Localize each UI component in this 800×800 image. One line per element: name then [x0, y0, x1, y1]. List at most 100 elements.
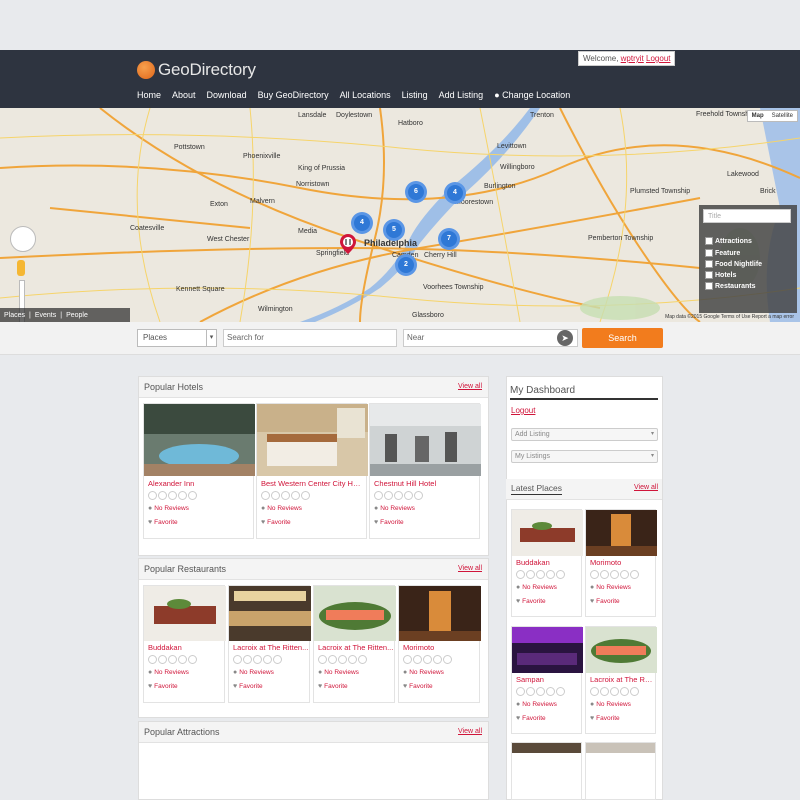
nav-download[interactable]: Download — [207, 90, 247, 100]
listing-card[interactable]: Best Western Center City Hotel ● No Revie… — [256, 403, 368, 539]
restaurants-view-all-link[interactable]: View all — [458, 565, 482, 572]
listing-name[interactable]: Chestnut Hill Hotel — [374, 479, 477, 488]
reviews-link[interactable]: ● No Reviews — [233, 669, 274, 676]
nav-add-listing[interactable]: Add Listing — [439, 90, 484, 100]
hotels-view-all-link[interactable]: View all — [458, 383, 482, 390]
legend-item-restaurants[interactable]: Restaurants — [705, 282, 755, 290]
nav-home[interactable]: Home — [137, 90, 161, 100]
listing-card[interactable]: Lacroix at The Ritten... ● No Reviews ♥ Fa… — [313, 585, 396, 703]
rating-stars[interactable] — [374, 491, 423, 500]
favorite-link[interactable]: ♥ Favorite — [233, 683, 263, 690]
listing-card[interactable]: Buddakan ● No Reviews ♥ Favorite — [143, 585, 226, 703]
rating-stars[interactable] — [233, 655, 282, 664]
favorite-link[interactable]: ♥ Favorite — [374, 519, 404, 526]
nav-change-location[interactable]: ● Change Location — [494, 90, 570, 100]
reviews-link[interactable]: ● No Reviews — [318, 669, 359, 676]
map-cluster[interactable]: 7 — [438, 228, 460, 250]
favorite-link[interactable]: ♥ Favorite — [590, 598, 620, 605]
near-input[interactable]: Near — [403, 329, 578, 347]
nav-all-locations[interactable]: All Locations — [340, 90, 391, 100]
favorite-link[interactable]: ♥ Favorite — [318, 683, 348, 690]
map-cluster[interactable]: 4 — [351, 212, 373, 234]
reviews-link[interactable]: ● No Reviews — [590, 584, 631, 591]
listing-name[interactable]: Lacroix at The Rit... — [590, 675, 654, 684]
tab-places[interactable]: Places — [0, 312, 29, 319]
favorite-link[interactable]: ♥ Favorite — [148, 683, 178, 690]
map-type-satellite-button[interactable]: Satellite — [768, 111, 797, 121]
reviews-link[interactable]: ● No Reviews — [374, 505, 415, 512]
post-type-select[interactable]: Places ▾ — [137, 329, 217, 347]
map-cluster[interactable]: 6 — [405, 181, 427, 203]
nav-listing[interactable]: Listing — [402, 90, 428, 100]
map-pan-control[interactable] — [10, 226, 36, 252]
search-for-input[interactable]: Search for — [223, 329, 397, 347]
listing-name[interactable]: Lacroix at The Ritten... — [318, 643, 394, 652]
rating-stars[interactable] — [590, 687, 639, 696]
restaurant-marker-icon[interactable] — [340, 234, 356, 254]
my-listings-select[interactable]: My Listings ▾ — [511, 450, 658, 463]
listing-name[interactable]: Morimoto — [590, 558, 654, 567]
reviews-link[interactable]: ● No Reviews — [403, 669, 444, 676]
legend-item-food[interactable]: Food Nightlife — [705, 260, 762, 268]
listing-card[interactable]: Alexander Inn ● No Reviews ♥ Favorite — [143, 403, 255, 539]
reviews-link[interactable]: ● No Reviews — [148, 505, 189, 512]
map-cluster[interactable]: 2 — [395, 254, 417, 276]
site-logo[interactable]: GeoDirectory — [137, 60, 256, 80]
map-cluster[interactable]: 5 — [383, 219, 405, 241]
dashboard-logout-link[interactable]: Logout — [511, 406, 535, 415]
rating-stars[interactable] — [590, 570, 639, 579]
welcome-user-link[interactable]: wptryit — [621, 54, 644, 63]
rating-stars[interactable] — [516, 570, 565, 579]
reviews-link[interactable]: ● No Reviews — [516, 701, 557, 708]
favorite-link[interactable]: ♥ Favorite — [590, 715, 620, 722]
listing-card[interactable]: Lacroix at The Ritten... ● No Reviews ♥ Fa… — [228, 585, 311, 703]
listing-name[interactable]: Morimoto — [403, 643, 479, 652]
reviews-link[interactable]: ● No Reviews — [261, 505, 302, 512]
rating-stars[interactable] — [148, 491, 197, 500]
map-type-map-button[interactable]: Map — [748, 111, 768, 121]
tab-events[interactable]: Events — [31, 312, 60, 319]
map[interactable]: Trenton Levittown Philadelphia Cherry Hi… — [0, 108, 800, 322]
listing-card[interactable]: Morimoto ● No Reviews ♥ Favorite — [398, 585, 481, 703]
listing-name[interactable]: Buddakan — [516, 558, 580, 567]
listing-name[interactable]: Alexander Inn — [148, 479, 251, 488]
latest-view-all-link[interactable]: View all — [634, 484, 658, 491]
listing-card[interactable] — [585, 742, 656, 800]
rating-stars[interactable] — [318, 655, 367, 664]
rating-stars[interactable] — [148, 655, 197, 664]
favorite-link[interactable]: ♥ Favorite — [403, 683, 433, 690]
listing-card[interactable]: Sampan ● No Reviews ♥ Favorite — [511, 626, 583, 734]
favorite-link[interactable]: ♥ Favorite — [148, 519, 178, 526]
tab-people[interactable]: People — [62, 312, 92, 319]
legend-item-feature[interactable]: Feature — [705, 249, 740, 257]
listing-card[interactable]: Morimoto ● No Reviews ♥ Favorite — [585, 509, 657, 617]
legend-title-input[interactable]: Title — [703, 209, 791, 223]
rating-stars[interactable] — [516, 687, 565, 696]
add-listing-select[interactable]: Add Listing ▾ — [511, 428, 658, 441]
legend-item-attractions[interactable]: Attractions — [705, 237, 752, 245]
gps-icon[interactable]: ➤ — [557, 330, 573, 346]
header-logout-link[interactable]: Logout — [646, 54, 670, 63]
listing-name[interactable]: Buddakan — [148, 643, 224, 652]
listing-card[interactable]: Buddakan ● No Reviews ♥ Favorite — [511, 509, 583, 617]
listing-name[interactable]: Lacroix at The Ritten... — [233, 643, 309, 652]
pegman-icon[interactable] — [17, 260, 25, 276]
search-button[interactable]: Search — [582, 328, 663, 348]
attractions-view-all-link[interactable]: View all — [458, 728, 482, 735]
reviews-link[interactable]: ● No Reviews — [590, 701, 631, 708]
rating-stars[interactable] — [403, 655, 452, 664]
listing-card[interactable] — [511, 742, 582, 800]
favorite-link[interactable]: ♥ Favorite — [261, 519, 291, 526]
favorite-link[interactable]: ♥ Favorite — [516, 598, 546, 605]
reviews-link[interactable]: ● No Reviews — [148, 669, 189, 676]
reviews-link[interactable]: ● No Reviews — [516, 584, 557, 591]
listing-card[interactable]: Lacroix at The Rit... ● No Reviews ♥ Favor… — [585, 626, 657, 734]
favorite-link[interactable]: ♥ Favorite — [516, 715, 546, 722]
listing-name[interactable]: Best Western Center City Hotel — [261, 479, 364, 488]
listing-name[interactable]: Sampan — [516, 675, 580, 684]
map-cluster[interactable]: 4 — [444, 182, 466, 204]
legend-item-hotels[interactable]: Hotels — [705, 271, 736, 279]
listing-card[interactable]: Chestnut Hill Hotel ● No Reviews ♥ Favorit… — [369, 403, 481, 539]
rating-stars[interactable] — [261, 491, 310, 500]
nav-about[interactable]: About — [172, 90, 196, 100]
